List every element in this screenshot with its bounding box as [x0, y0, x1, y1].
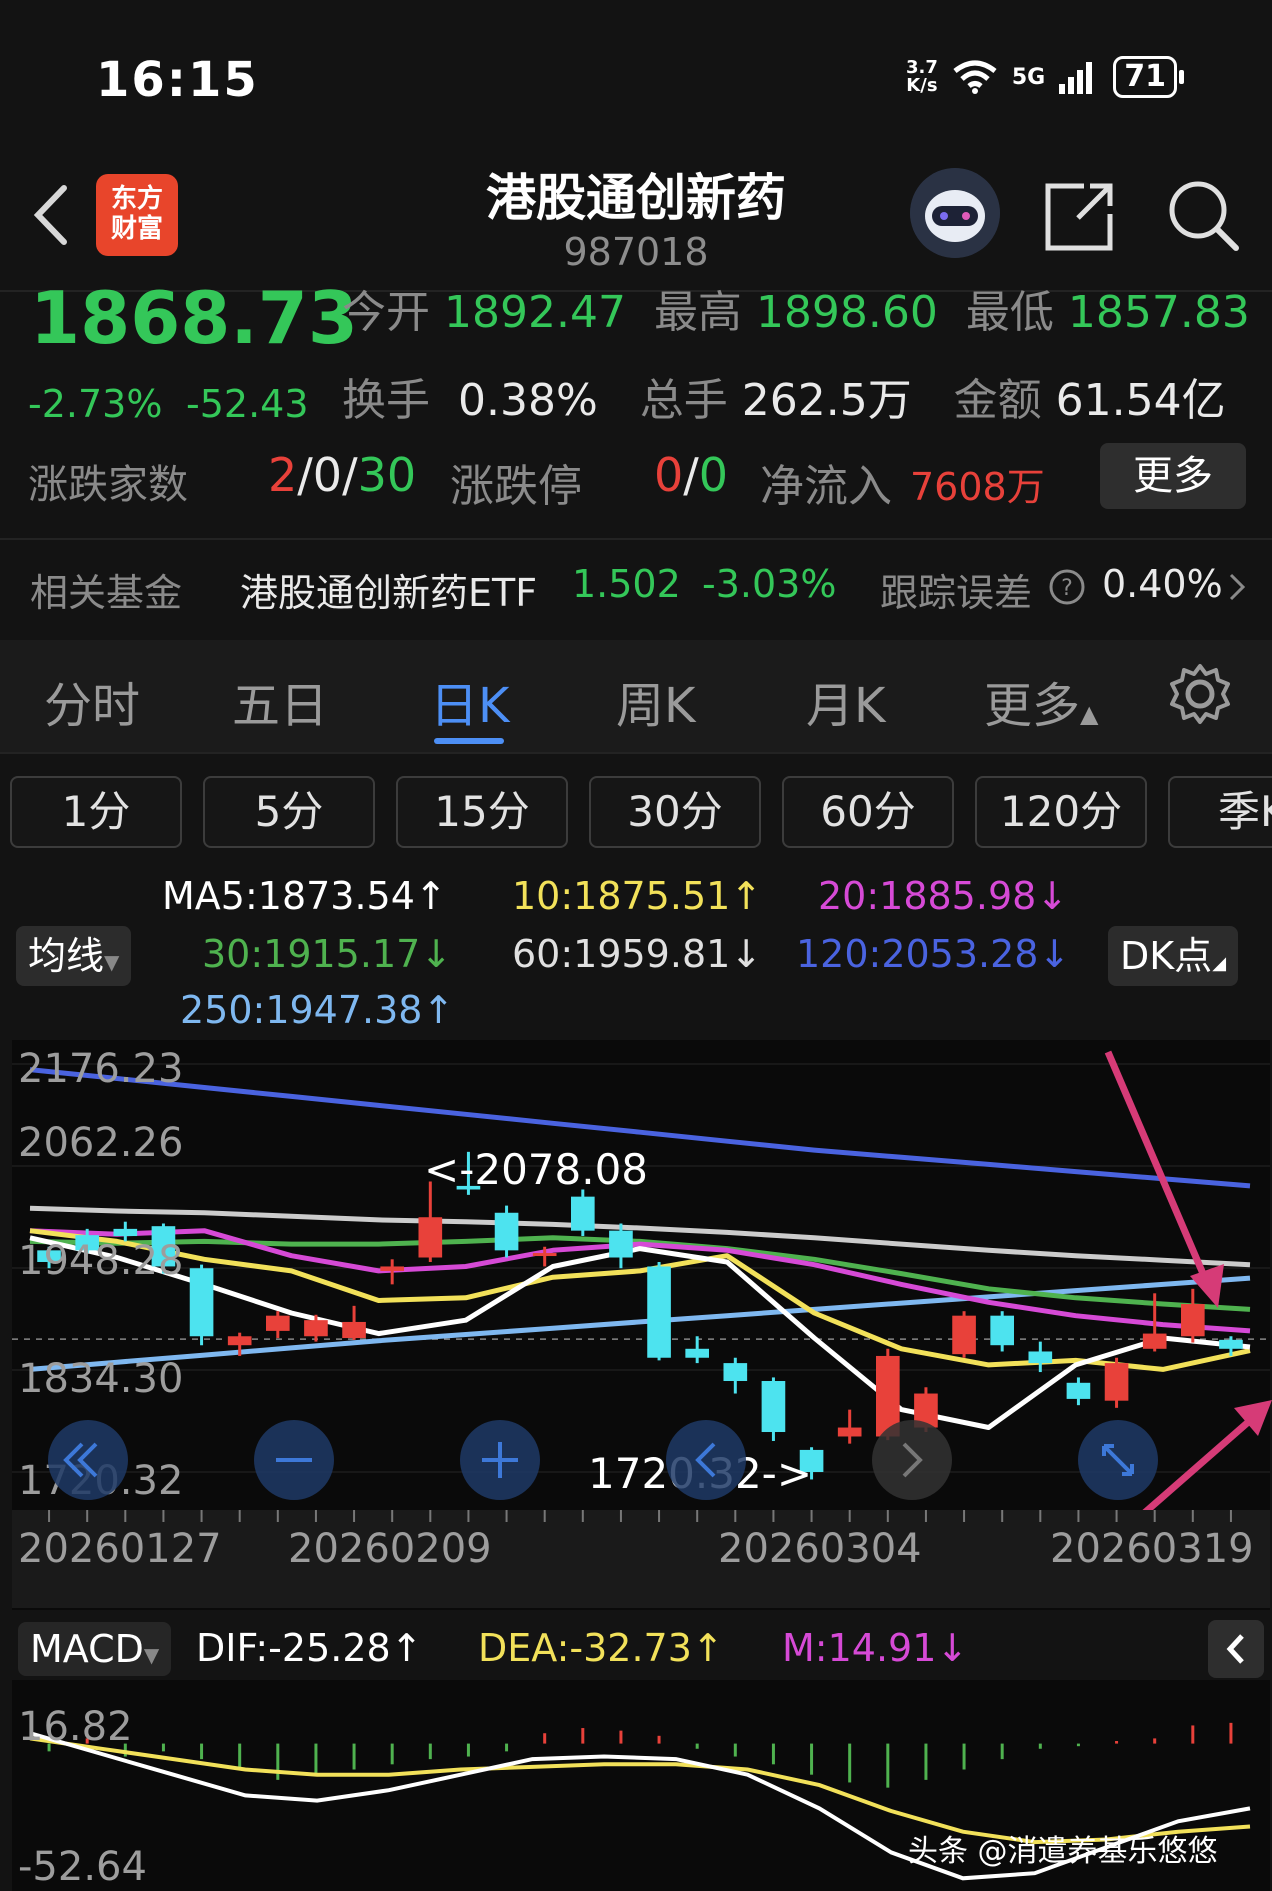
candle — [952, 1311, 976, 1358]
related-fund-row[interactable]: 相关基金 港股通创新药ETF 1.502 -3.03% 跟踪误差 ? 0.40% — [0, 540, 1272, 632]
candle — [647, 1261, 671, 1361]
signal-type: 5G — [1011, 64, 1046, 90]
fund-label: 相关基金 — [30, 571, 183, 615]
wifi-icon — [953, 60, 997, 94]
tracking-error-value: 0.40% — [1102, 562, 1223, 606]
kline-chart[interactable]: 2176.23 2062.26 1948.28 1834.30 1720.32 … — [0, 1040, 1272, 1610]
fund-pct: -3.03% — [702, 562, 837, 606]
annotation-high: <-2078.08 — [424, 1145, 648, 1194]
help-icon[interactable]: ? — [1048, 568, 1086, 606]
scroll-left-button[interactable] — [666, 1420, 746, 1500]
ma250-value: 250:1947.38↑ — [180, 988, 455, 1032]
y-tick-label: 2176.23 — [18, 1046, 183, 1092]
quote-row-open-high-low: 今开 1892.47 最高 1898.60 最低 1857.83 — [342, 287, 1250, 338]
net-speed: 3.7 K/s — [905, 57, 938, 96]
macd-dea: DEA:-32.73↑ — [478, 1626, 724, 1670]
search-icon[interactable] — [1166, 178, 1240, 252]
change-value: -52.43 — [186, 382, 309, 426]
netflow-label: 净流入 — [760, 461, 892, 512]
battery-indicator: 71 — [1113, 56, 1184, 98]
netflow-value: 7608万 — [910, 465, 1045, 509]
indicator-select[interactable]: 均线▼ — [16, 926, 132, 986]
tab-five-day[interactable]: 五日 — [232, 666, 328, 736]
period-5min[interactable]: 5分 — [203, 776, 375, 848]
tab-daily-k[interactable]: 日K — [430, 666, 509, 736]
x-tick-label: 20260209 — [288, 1526, 492, 1572]
breadth-values: 2/0/30 — [268, 448, 417, 502]
period-15min[interactable]: 15分 — [396, 776, 568, 848]
period-120min[interactable]: 120分 — [975, 776, 1147, 848]
period-1min[interactable]: 1分 — [10, 776, 182, 848]
ma5-value: MA5:1873.54↑ — [162, 874, 447, 918]
zoom-in-button[interactable] — [460, 1420, 540, 1500]
y-tick-label: 2062.26 — [18, 1120, 183, 1166]
current-price: 1868.73 — [30, 276, 358, 360]
candle — [494, 1205, 519, 1258]
tab-more[interactable]: 更多▲ — [984, 666, 1098, 736]
status-icons: 3.7 K/s 5G 71 — [905, 56, 1184, 98]
scroll-left-fast-button[interactable] — [48, 1420, 128, 1500]
more-button[interactable]: 更多 — [1100, 443, 1246, 509]
change-pct: -2.73% — [28, 382, 163, 426]
tab-intraday[interactable]: 分时 — [44, 666, 140, 736]
dk-point-button[interactable]: DK点◢ — [1108, 926, 1239, 986]
candle — [189, 1264, 214, 1346]
chevron-right-icon — [1229, 573, 1246, 601]
ma30-value: 30:1915.17↓ — [202, 932, 453, 976]
status-time: 16:15 — [96, 52, 259, 108]
limit-values: 0/0 — [654, 448, 729, 502]
fund-name: 港股通创新药ETF — [240, 571, 538, 615]
signal-bars-icon — [1059, 62, 1093, 94]
svg-text:?: ? — [1061, 576, 1073, 601]
fullscreen-button[interactable] — [1078, 1420, 1158, 1500]
ma60-value: 60:1959.81↓ — [512, 932, 763, 976]
macd-m: M:14.91↓ — [782, 1626, 969, 1670]
macd-header: MACD▼ DIF:-25.28↑ DEA:-32.73↑ M:14.91↓ — [12, 1620, 1270, 1680]
assistant-robot-icon[interactable] — [910, 168, 1000, 258]
y-tick-label: 1948.28 — [18, 1238, 183, 1284]
period-30min[interactable]: 30分 — [589, 776, 761, 848]
x-tick-label: 20260127 — [18, 1526, 222, 1572]
active-tab-indicator — [434, 738, 504, 744]
tracking-error-label: 跟踪误差 — [880, 571, 1033, 615]
candle — [1104, 1357, 1129, 1408]
y-tick-label: 1834.30 — [18, 1356, 183, 1402]
x-tick-label: 20260304 — [718, 1526, 922, 1572]
period-quarterly[interactable]: 季K — [1168, 776, 1272, 848]
tab-monthly-k[interactable]: 月K — [806, 666, 885, 736]
ma20-value: 20:1885.98↓ — [818, 874, 1069, 918]
collapse-panel-button[interactable] — [1208, 1620, 1264, 1678]
macd-dif: DIF:-25.28↑ — [196, 1626, 423, 1670]
x-tick-label: 20260319 — [1050, 1526, 1254, 1572]
breadth-label: 涨跌家数 — [28, 462, 188, 508]
macd-y-top: 16.82 — [18, 1704, 133, 1750]
ma10-value: 10:1875.51↑ — [512, 874, 763, 918]
candle — [761, 1377, 786, 1441]
tab-weekly-k[interactable]: 周K — [616, 666, 695, 736]
period-60min[interactable]: 60分 — [782, 776, 954, 848]
share-icon[interactable] — [1044, 180, 1116, 252]
scroll-right-button[interactable] — [872, 1420, 952, 1500]
watermark: 头条 @消遣养基乐悠悠 — [908, 1834, 1218, 1869]
limit-label: 涨跌停 — [450, 461, 582, 512]
app-header: 东方 财富 港股通创新药 987018 — [0, 140, 1272, 290]
ma120-value: 120:2053.28↓ — [796, 932, 1071, 976]
zoom-out-button[interactable] — [254, 1420, 334, 1500]
fund-price: 1.502 — [572, 562, 681, 606]
period-quarterly-clip: 季K — [1168, 776, 1272, 848]
settings-gear-icon[interactable] — [1168, 662, 1232, 726]
macd-select[interactable]: MACD▼ — [18, 1622, 172, 1676]
chart-tabs: 分时 五日 日K 周K 月K 更多▲ — [0, 640, 1272, 752]
quote-row-turnover: 换手 0.38% 总手 262.5万 金额 61.54亿 — [342, 375, 1226, 426]
macd-y-bottom: -52.64 — [18, 1844, 147, 1890]
chevron-left-icon — [1226, 1634, 1244, 1664]
